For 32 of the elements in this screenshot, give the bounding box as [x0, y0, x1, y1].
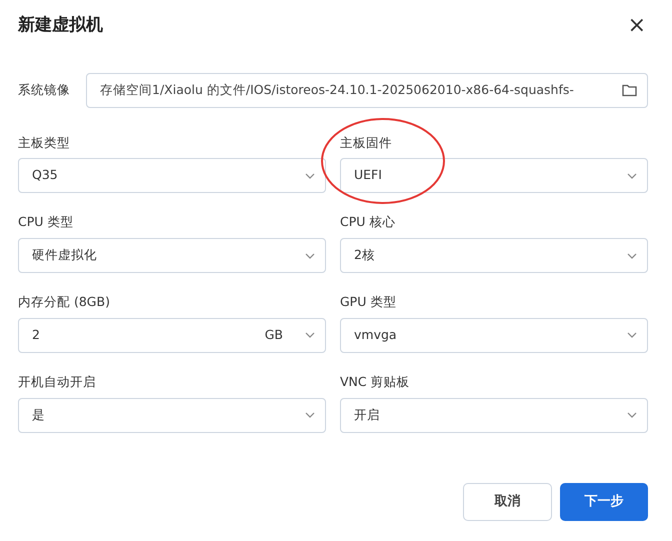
cancel-button[interactable]: 取消: [463, 482, 552, 520]
field-label: 内存分配 (8GB): [18, 293, 111, 311]
field-label: CPU 核心: [340, 213, 396, 232]
image-path-field[interactable]: 存储空间1/Xiaolu 的文件/IOS/istoreos-24.10.1-2025062010-x86-64-squashfs-: [86, 72, 648, 108]
field-label: 主板固件: [340, 134, 393, 152]
field-label: VNC 剪贴板: [340, 372, 411, 391]
select-field[interactable]: Q35: [18, 158, 326, 194]
chevron-down-icon: [305, 252, 315, 258]
chevron-down-icon: [305, 332, 315, 338]
field-label: 主板类型: [18, 134, 71, 152]
unit-label: GB: [264, 326, 283, 344]
folder-icon[interactable]: [622, 84, 637, 96]
field-label: GPU 类型: [340, 293, 398, 311]
close-button[interactable]: ×: [626, 14, 648, 37]
chevron-down-icon: [305, 172, 315, 179]
dialog-title: 新建虚拟机: [18, 14, 103, 37]
next-button[interactable]: 下一步: [560, 482, 648, 520]
chevron-down-icon: [627, 172, 637, 179]
chevron-down-icon: [627, 332, 637, 338]
chevron-down-icon: [627, 412, 637, 418]
select-field[interactable]: 2 GB: [18, 318, 326, 353]
select-field[interactable]: 2核: [340, 238, 648, 273]
field-label: 系统镜像: [18, 80, 71, 99]
field-label: CPU 类型: [18, 213, 74, 232]
select-field[interactable]: vmvga: [340, 318, 648, 353]
select-field[interactable]: UEFI: [340, 158, 648, 194]
select-field[interactable]: 是: [18, 398, 326, 432]
chevron-down-icon: [305, 412, 315, 418]
select-field[interactable]: 硬件虚拟化: [18, 238, 326, 273]
chevron-down-icon: [627, 252, 637, 258]
select-field[interactable]: 开启: [340, 398, 648, 432]
field-label: 开机自动开启: [18, 372, 97, 391]
